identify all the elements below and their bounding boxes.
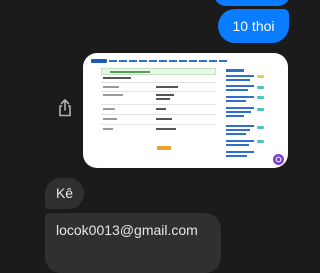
image-content-banner — [101, 68, 216, 75]
incoming-message-bubble[interactable]: Kê — [45, 178, 84, 209]
image-content-sidebar — [226, 69, 281, 164]
chat-badge-icon — [273, 154, 284, 165]
incoming-email-text[interactable]: locok0013@gmail.com — [56, 222, 198, 238]
incoming-message-text: Kê — [55, 185, 74, 201]
screenshot-image-attachment[interactable] — [83, 53, 288, 168]
previous-outgoing-bubble — [214, 0, 290, 6]
incoming-email-message-bubble[interactable]: locok0013@gmail.com — [45, 213, 221, 273]
image-content-navbar — [91, 58, 281, 64]
image-content-form — [101, 77, 216, 150]
share-icon — [59, 99, 71, 117]
outgoing-message-text: 10 thoi — [232, 18, 275, 34]
outgoing-message-bubble[interactable]: 10 thoi — [218, 9, 289, 43]
share-button[interactable] — [54, 97, 76, 119]
